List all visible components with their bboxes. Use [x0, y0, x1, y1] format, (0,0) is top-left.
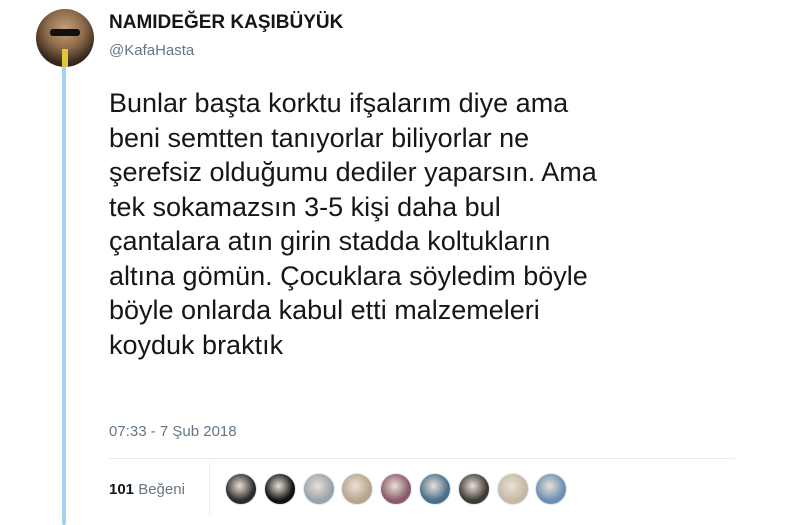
- tweet-text-line: beni semtten tanıyorlar biliyorlar ne: [109, 122, 530, 153]
- liker-avatar[interactable]: [496, 473, 529, 505]
- tweet-timestamp[interactable]: 07:33 - 7 Şub 2018: [109, 423, 237, 440]
- likes-label: Beğeni: [138, 481, 185, 498]
- avatar-tie: [62, 49, 68, 67]
- thread-line: [62, 66, 66, 525]
- tweet-text-line: böyle onlarda kabul etti malzemeleri: [109, 295, 540, 325]
- tweet-text: Bunlar başta korktu ifşalarım diye ama b…: [109, 86, 759, 362]
- liker-avatar[interactable]: [302, 473, 335, 505]
- author-avatar[interactable]: [36, 9, 94, 67]
- liker-avatar[interactable]: [380, 473, 413, 505]
- liker-avatar[interactable]: [418, 473, 451, 505]
- liker-avatar[interactable]: [225, 473, 257, 505]
- liker-avatar[interactable]: [535, 473, 568, 505]
- tweet-text-line: Bunlar başta korktu ifşalarım diye ama: [109, 88, 569, 118]
- tweet-text-line: koyduk braktık: [109, 329, 284, 360]
- tweet-text-line: çantalara atın girin stadda koltukların: [109, 226, 551, 256]
- tweet-text-line: şerefsiz olduğumu dediler yaparsın. Ama: [109, 157, 597, 187]
- author-name[interactable]: NAMIDEĞER KAŞIBÜYÜK: [109, 12, 343, 34]
- liker-avatar[interactable]: [457, 473, 490, 505]
- stats-divider: [109, 458, 735, 459]
- liker-avatar[interactable]: [341, 473, 374, 505]
- likes-count: 101: [109, 481, 135, 498]
- author-handle[interactable]: @KafaHasta: [109, 42, 194, 59]
- tweet-text-line: tek sokamazsın 3-5 kişi daha bul: [109, 191, 501, 222]
- avatar-sunglasses: [50, 29, 80, 36]
- tweet-text-line: altına gömün. Çocuklara söyledim böyle: [109, 260, 588, 291]
- likes-stat[interactable]: 101 Beğeni: [109, 481, 185, 498]
- liker-avatar[interactable]: [263, 473, 296, 505]
- stats-separator: [209, 463, 210, 515]
- liker-avatars: [225, 473, 574, 505]
